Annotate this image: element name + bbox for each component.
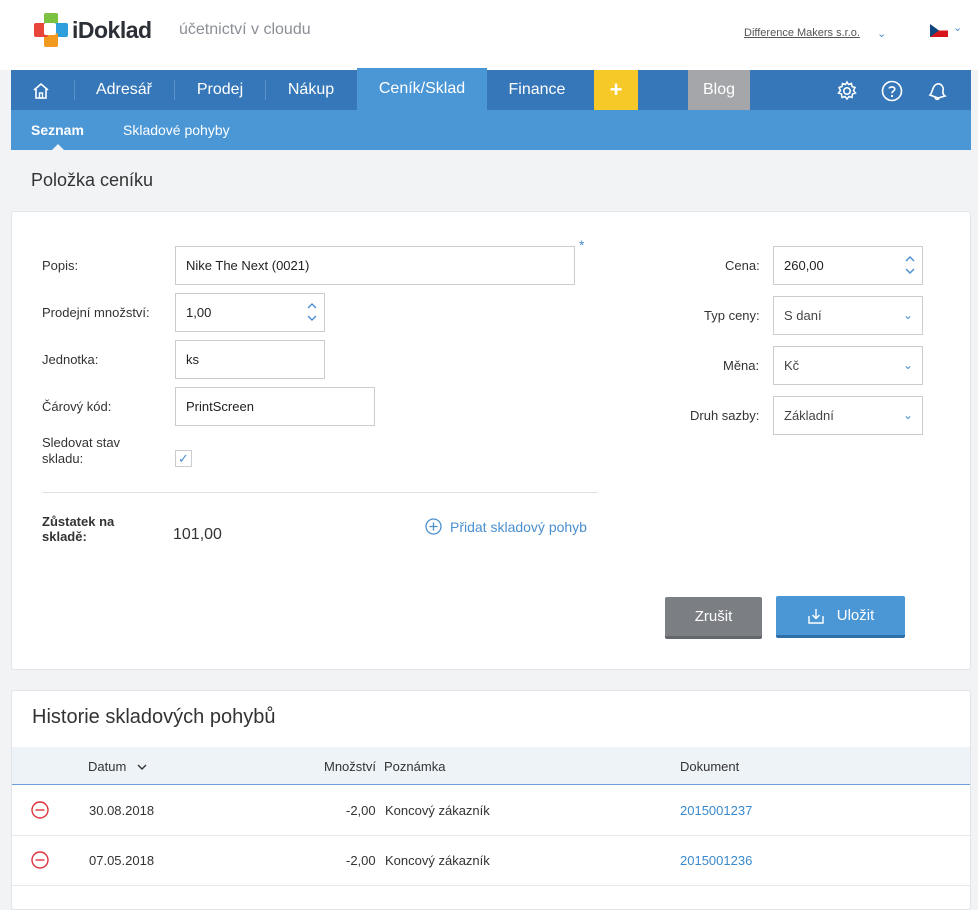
pridat-pohyb-link[interactable]: Přidat skladový pohyb (425, 518, 587, 535)
sledovat-label-line1: Sledovat stav (42, 435, 121, 450)
required-mark: * (579, 237, 585, 253)
active-indicator (52, 144, 64, 150)
nav-blog[interactable]: Blog (688, 70, 750, 110)
add-button[interactable]: + (594, 70, 638, 110)
czech-flag-icon[interactable] (930, 24, 948, 37)
main-nav: Adresář Prodej Nákup Ceník/Sklad Finance… (11, 68, 971, 110)
notification-icon[interactable] (925, 79, 949, 103)
home-icon[interactable] (11, 70, 71, 110)
pridat-pohyb-label: Přidat skladový pohyb (450, 518, 587, 535)
cancel-button[interactable]: Zrušit (665, 597, 762, 639)
mnozstvi-stepper[interactable]: 1,00 (175, 293, 325, 332)
nav-nakup[interactable]: Nákup (266, 70, 356, 110)
sledovat-label-line2: skladu: (42, 451, 84, 466)
row-datum: 07.05.2018 (89, 853, 155, 868)
kod-label: Čárový kód: (42, 399, 112, 414)
chevron-down-icon: ⌄ (902, 358, 913, 372)
popis-input[interactable]: Nike The Next (0021) (175, 246, 575, 285)
logo-icon (34, 13, 68, 47)
stepper-arrows-icon[interactable] (307, 301, 317, 323)
nav-adresar[interactable]: Adresář (75, 70, 173, 110)
jednotka-input[interactable]: ks (175, 340, 325, 379)
nav-finance[interactable]: Finance (487, 70, 587, 110)
remove-circle-icon[interactable] (31, 851, 49, 869)
sort-desc-icon[interactable] (136, 762, 148, 772)
druh-sazby-label: Druh sazby: (690, 408, 760, 423)
divider (42, 492, 598, 493)
typ-ceny-value: S daní (784, 308, 822, 323)
zustatek-label-line1: Zůstatek na (42, 514, 115, 529)
mena-select[interactable]: Kč ⌄ (773, 346, 923, 385)
carovy-kod-input[interactable]: PrintScreen (175, 387, 375, 426)
cena-stepper[interactable]: 260,00 (773, 246, 923, 285)
save-label: Uložit (836, 606, 875, 624)
sledovat-checkbox[interactable]: ✓ (175, 450, 192, 467)
col-datum[interactable]: Datum (88, 759, 126, 774)
sub-nav: Seznam Skladové pohyby (11, 110, 971, 150)
cena-label: Cena: (725, 258, 760, 273)
row-mnozstvi: -2,00 (346, 853, 376, 868)
gear-icon[interactable] (835, 79, 859, 103)
remove-circle-icon[interactable] (31, 801, 49, 819)
nav-cenik-sklad[interactable]: Ceník/Sklad (357, 68, 487, 110)
row-mnozstvi: -2,00 (346, 803, 376, 818)
row-dokument-link[interactable]: 2015001237 (680, 803, 752, 818)
help-icon[interactable] (880, 79, 904, 103)
chevron-down-icon: ⌄ (902, 308, 913, 322)
logo[interactable]: iDoklad (34, 13, 152, 47)
druh-sazby-select[interactable]: Základní ⌄ (773, 396, 923, 435)
typ-ceny-label: Typ ceny: (704, 308, 760, 323)
subnav-skladove-pohyby[interactable]: Skladové pohyby (123, 110, 230, 150)
typ-ceny-select[interactable]: S daní ⌄ (773, 296, 923, 335)
zustatek-value: 101,00 (173, 526, 222, 543)
mena-value: Kč (784, 358, 800, 373)
mena-label: Měna: (723, 358, 760, 373)
cena-value: 260,00 (784, 258, 824, 273)
col-poznamka: Poznámka (384, 759, 446, 774)
chevron-down-icon: ⌄ (902, 408, 913, 422)
popis-label: Popis: (42, 258, 79, 273)
top-bar: iDoklad účetnictví v cloudu Difference M… (0, 0, 978, 70)
row-poznamka: Koncový zákazník (385, 853, 490, 868)
download-icon (808, 608, 824, 624)
history-title: Historie skladových pohybů (32, 706, 276, 728)
row-dokument-link[interactable]: 2015001236 (680, 853, 752, 868)
logo-text: iDoklad (72, 16, 152, 43)
mnozstvi-value: 1,00 (186, 305, 212, 320)
company-selector[interactable]: Difference Makers s.r.o. (744, 27, 860, 39)
table-header (12, 747, 970, 785)
zustatek-label-line2: skladě: (42, 529, 87, 544)
table-row (12, 786, 970, 836)
druh-sazby-value: Základní (784, 408, 834, 423)
tagline: účetnictví v cloudu (179, 21, 311, 38)
nav-prodej[interactable]: Prodej (175, 70, 265, 110)
stepper-arrows-icon[interactable] (905, 254, 915, 276)
jednotka-label: Jednotka: (42, 352, 99, 367)
table-row (12, 836, 970, 886)
col-mnozstvi: Množství (324, 759, 377, 774)
chevron-down-icon[interactable]: ⌄ (953, 21, 962, 34)
save-button[interactable]: Uložit (776, 596, 905, 638)
chevron-down-icon[interactable]: ⌄ (877, 27, 886, 40)
page-title: Položka ceníku (31, 170, 154, 190)
mnozstvi-label: Prodejní množství: (42, 305, 150, 320)
row-poznamka: Koncový zákazník (385, 803, 490, 818)
row-datum: 30.08.2018 (89, 803, 155, 818)
col-dokument: Dokument (680, 759, 740, 774)
plus-circle-icon (425, 518, 442, 535)
